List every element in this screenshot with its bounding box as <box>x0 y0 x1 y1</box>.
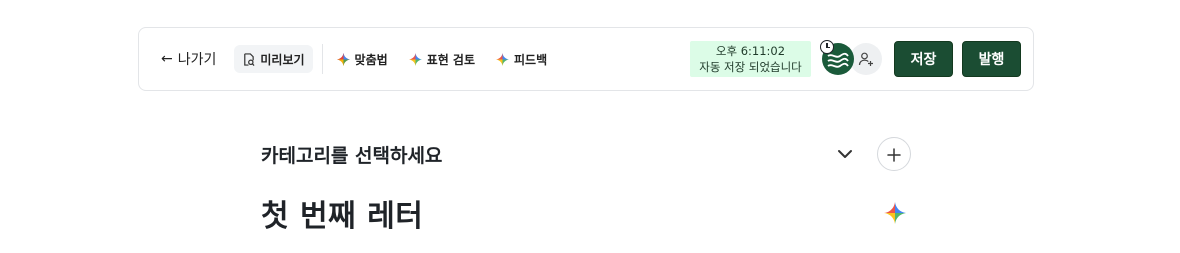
toolbar-right: 오후 6:11:02 자동 저장 되었습니다 저장 발행 <box>690 28 1033 90</box>
back-button[interactable]: ← 나가기 <box>161 45 216 73</box>
toolbar-left: ← 나가기 미리보기 맞춤법 표현 검토 피드백 <box>139 28 568 90</box>
category-placeholder: 카테고리를 선택하세요 <box>261 144 443 167</box>
preview-button[interactable]: 미리보기 <box>234 45 313 73</box>
plus-icon <box>887 147 901 162</box>
back-label: 나가기 <box>177 52 217 68</box>
add-user-icon <box>858 51 874 67</box>
add-category-button[interactable] <box>877 137 911 171</box>
chevron-down-icon[interactable] <box>836 145 854 163</box>
clock-icon <box>820 40 834 54</box>
autosave-status: 오후 6:11:02 자동 저장 되었습니다 <box>690 41 811 77</box>
avatar[interactable] <box>820 40 854 75</box>
sparkle-icon <box>336 52 350 66</box>
arrow-left-icon: ← <box>161 51 173 67</box>
sparkle-icon <box>496 52 510 66</box>
category-selector[interactable]: 카테고리를 선택하세요 <box>261 137 911 171</box>
ai-sparkle-icon[interactable] <box>884 202 906 224</box>
title-row: 첫 번째 레터 <box>261 191 911 235</box>
autosave-text: 자동 저장 되었습니다 <box>699 60 802 74</box>
save-button[interactable]: 저장 <box>894 41 953 77</box>
toolbar-divider <box>321 44 323 74</box>
invite-user-button[interactable] <box>850 43 882 75</box>
autosave-time: 오후 6:11:02 <box>715 44 786 58</box>
preview-label: 미리보기 <box>260 52 305 67</box>
expression-review-label: 표현 검토 <box>426 52 476 67</box>
publish-button[interactable]: 발행 <box>962 41 1021 77</box>
spellcheck-button[interactable]: 맞춤법 <box>336 45 388 73</box>
post-title[interactable]: 첫 번째 레터 <box>261 191 423 235</box>
feedback-button[interactable]: 피드백 <box>496 45 547 73</box>
spellcheck-label: 맞춤법 <box>354 52 388 67</box>
feedback-label: 피드백 <box>514 52 548 67</box>
editor-toolbar: ← 나가기 미리보기 맞춤법 표현 검토 피드백 오후 6:11:02 자동 저… <box>138 27 1034 91</box>
sparkle-icon <box>408 52 422 66</box>
preview-icon <box>242 52 255 66</box>
expression-review-button[interactable]: 표현 검토 <box>408 45 476 73</box>
